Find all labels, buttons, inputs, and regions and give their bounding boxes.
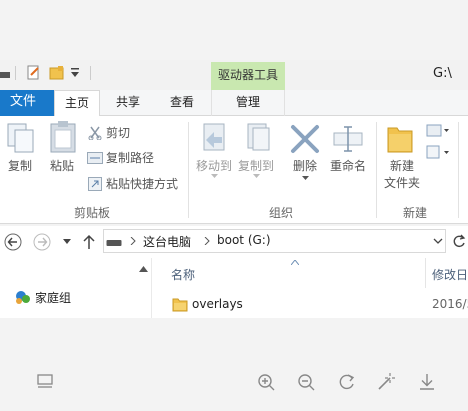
drive-tools-context-tab: 驱动器工具 bbox=[211, 62, 285, 90]
paste-shortcut-icon bbox=[88, 177, 102, 191]
breadcrumb-separator-icon[interactable] bbox=[130, 237, 136, 245]
address-dropdown-icon[interactable] bbox=[433, 238, 443, 245]
move-to-icon bbox=[200, 122, 228, 154]
group-divider bbox=[458, 122, 459, 218]
cut-button[interactable]: 剪切 bbox=[106, 125, 130, 141]
tab-file[interactable]: 文件 bbox=[0, 90, 54, 116]
properties-icon[interactable] bbox=[27, 65, 41, 81]
copy-icon bbox=[6, 122, 36, 154]
clipboard-group-label: 剪贴板 bbox=[73, 206, 110, 220]
window-title: G:\ bbox=[433, 66, 452, 81]
copy-path-button[interactable]: 复制路径 bbox=[106, 150, 154, 166]
divider bbox=[15, 66, 16, 80]
recent-locations-chevron-icon[interactable] bbox=[63, 239, 71, 245]
rotate-icon[interactable] bbox=[337, 372, 359, 394]
new-folder-button-line1[interactable]: 新建 bbox=[382, 158, 422, 174]
easy-access-icon[interactable] bbox=[426, 144, 450, 160]
folder-icon bbox=[172, 296, 188, 312]
copy-to-button[interactable]: 复制到 bbox=[236, 158, 276, 174]
breadcrumb-separator-icon[interactable] bbox=[204, 237, 210, 245]
group-divider bbox=[376, 122, 377, 218]
paste-button[interactable]: 粘贴 bbox=[48, 158, 76, 174]
download-icon[interactable] bbox=[417, 372, 439, 394]
file-row-name[interactable]: overlays bbox=[192, 297, 243, 311]
forward-icon[interactable] bbox=[33, 233, 51, 251]
copy-button[interactable]: 复制 bbox=[6, 158, 34, 174]
group-divider bbox=[188, 122, 189, 218]
new-folder-icon bbox=[386, 122, 414, 154]
cut-icon bbox=[88, 126, 102, 140]
divider bbox=[90, 66, 91, 80]
paste-shortcut-button[interactable]: 粘贴快捷方式 bbox=[106, 176, 178, 192]
refresh-icon[interactable] bbox=[452, 233, 466, 249]
tab-manage[interactable]: 管理 bbox=[211, 90, 285, 116]
navigation-pane bbox=[0, 258, 152, 318]
column-header-date[interactable]: 修改日 bbox=[432, 266, 468, 283]
nav-item-homegroup[interactable]: 家庭组 bbox=[35, 289, 71, 306]
homegroup-icon bbox=[14, 289, 32, 305]
column-header-name[interactable]: 名称 bbox=[171, 266, 195, 283]
breadcrumb-boot-drive[interactable]: boot (G:) bbox=[217, 233, 271, 247]
delete-icon bbox=[290, 124, 320, 154]
thumbnail-view-icon[interactable] bbox=[36, 372, 58, 394]
drive-icon bbox=[106, 239, 122, 247]
breadcrumb-this-pc[interactable]: 这台电脑 bbox=[143, 233, 191, 250]
file-row-date: 2016/5 bbox=[432, 297, 468, 311]
tab-share[interactable]: 共享 bbox=[104, 90, 152, 116]
enhance-icon[interactable] bbox=[376, 372, 398, 394]
chevron-down-icon bbox=[253, 174, 260, 179]
new-folder-button-line2[interactable]: 文件夹 bbox=[378, 175, 426, 191]
chevron-down-icon bbox=[211, 174, 218, 179]
chevron-down-icon bbox=[302, 176, 309, 181]
zoom-out-icon[interactable] bbox=[296, 372, 318, 394]
viewer-toolbar bbox=[0, 318, 468, 411]
copy-to-icon bbox=[244, 122, 272, 154]
rename-button[interactable]: 重命名 bbox=[326, 158, 370, 174]
back-icon[interactable] bbox=[4, 233, 22, 251]
drive-icon bbox=[0, 72, 10, 78]
scroll-up-icon[interactable] bbox=[139, 266, 148, 272]
tab-view[interactable]: 查看 bbox=[158, 90, 206, 116]
sort-ascending-icon bbox=[291, 260, 299, 265]
new-group-label: 新建 bbox=[402, 206, 427, 220]
zoom-in-icon[interactable] bbox=[256, 372, 278, 394]
quick-access-dropdown-icon[interactable] bbox=[71, 68, 79, 78]
column-divider[interactable] bbox=[425, 258, 426, 288]
copy-path-icon bbox=[87, 152, 103, 164]
organize-group-label: 组织 bbox=[268, 206, 293, 220]
up-arrow-icon[interactable] bbox=[83, 234, 95, 250]
rename-icon bbox=[332, 124, 364, 154]
paste-icon bbox=[48, 120, 78, 154]
tab-home[interactable]: 主页 bbox=[54, 90, 100, 117]
new-folder-quick-icon[interactable] bbox=[49, 66, 65, 80]
new-item-icon[interactable] bbox=[426, 122, 450, 138]
delete-button[interactable]: 删除 bbox=[288, 158, 322, 174]
move-to-button[interactable]: 移动到 bbox=[194, 158, 234, 174]
